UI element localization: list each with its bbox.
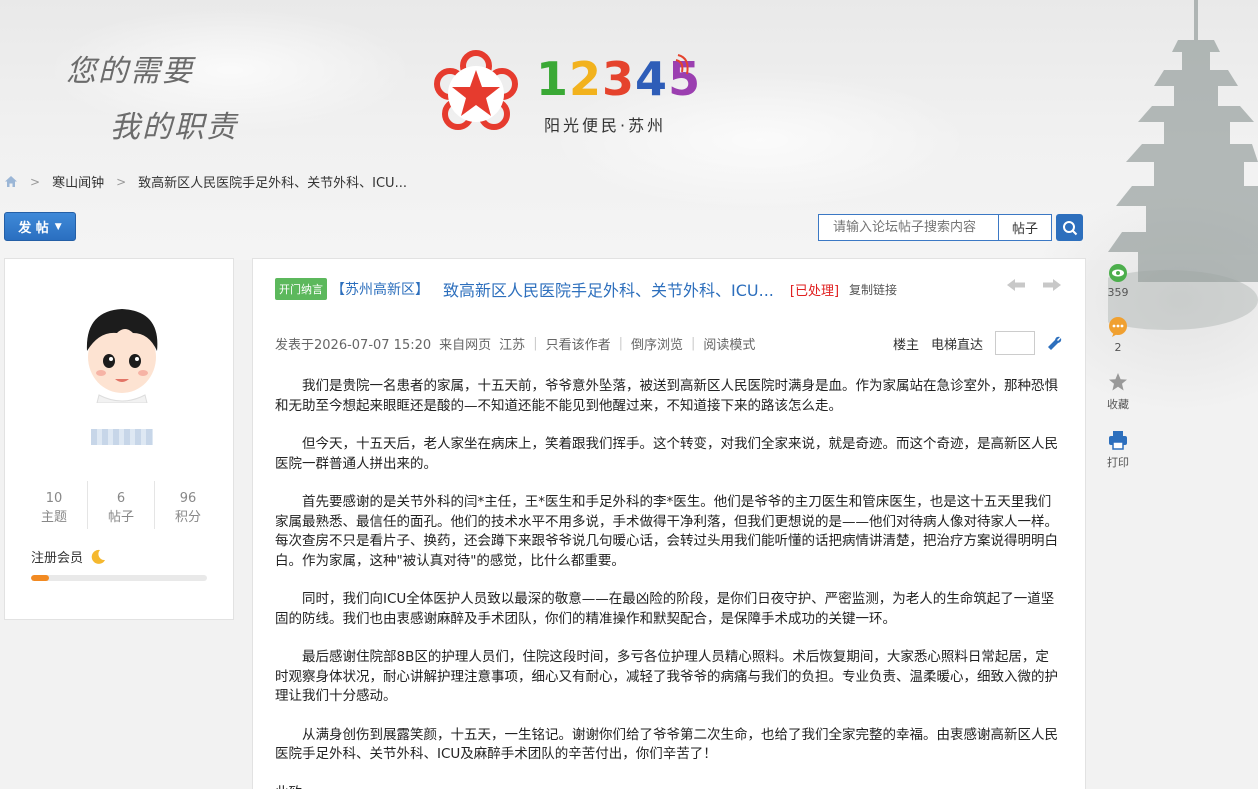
print-button[interactable]: 打印	[1100, 430, 1136, 470]
breadcrumb-item-forum[interactable]: 寒山闻钟	[52, 172, 104, 191]
username-blurred[interactable]	[91, 429, 153, 445]
wrench-icon[interactable]	[1047, 335, 1063, 351]
level-progress-fill	[31, 575, 49, 581]
logo-digit-2: 2	[569, 52, 603, 106]
author-card: 10 主题 6 帖子 96 积分 注册会员	[4, 258, 234, 620]
floor-jump-input[interactable]	[995, 331, 1035, 355]
chevron-right-icon: >	[30, 174, 41, 189]
side-actions: 359 2 收藏 打印	[1100, 264, 1136, 488]
slogan-line1: 您的需要	[66, 54, 194, 89]
stat-value: 96	[179, 491, 197, 506]
search-icon	[1062, 220, 1077, 235]
logo-digit-3: 3	[602, 52, 636, 106]
post-paragraph: 从满身创伤到展露笑颜，十五天，一生铭记。谢谢你们给了爷爷第二次生命，也给了我们全…	[275, 726, 1058, 763]
member-level: 注册会员	[31, 547, 107, 566]
post-title: 致高新区人民医院手足外科、关节外科、ICU...	[443, 281, 774, 300]
views-count: 359	[1107, 286, 1129, 299]
eye-icon	[1109, 264, 1127, 282]
comments-counter[interactable]: 2	[1100, 317, 1136, 354]
post-paragraph: 但今天，十五天后，老人家坐在病床上，笑着跟我们挥手。这个转变，对我们全家来说，就…	[275, 436, 1058, 472]
post-paragraph: 首先要感谢的是关节外科的闫*主任，王*医生和手足外科的李*医生。他们是爷爷的主刀…	[275, 494, 1058, 569]
logo-12345[interactable]: 12345 阳光便民·苏州	[434, 50, 704, 140]
category-tag[interactable]: 开门纳言	[275, 278, 327, 300]
post-source: 来自网页	[439, 337, 492, 353]
stat-posts[interactable]: 6 帖子	[88, 481, 155, 529]
stat-value: 10	[45, 491, 63, 506]
breadcrumb: > 寒山闻钟 > 致高新区人民医院手足外科、关节外科、ICU...	[4, 172, 407, 191]
only-author-link[interactable]: 只看该作者	[546, 334, 611, 353]
post-paragraph: 我们是贵院一名患者的家属，十五天前，爷爷意外坠落，被送到高新区人民医院时满身是血…	[275, 378, 1058, 414]
print-label: 打印	[1107, 456, 1129, 469]
star-icon	[1109, 373, 1127, 391]
post-paragraph: 同时，我们向ICU全体医护人员致以最深的敬意——在最凶险的阶段，是你们日夜守护、…	[275, 591, 1055, 627]
elevator-label: 电梯直达	[930, 337, 983, 353]
post-location: 江苏	[499, 337, 526, 353]
status-badge: [已处理]	[789, 283, 840, 299]
region-label[interactable]: 【苏州高新区】	[331, 279, 429, 299]
copy-link[interactable]: 复制链接	[849, 281, 897, 298]
member-label[interactable]: 注册会员	[31, 547, 83, 566]
divider: |	[691, 335, 696, 351]
favorite-label: 收藏	[1107, 398, 1129, 411]
stat-label: 积分	[174, 510, 201, 525]
breadcrumb-item-thread[interactable]: 致高新区人民医院手足外科、关节外科、ICU...	[138, 172, 407, 191]
logo-subtitle: 阳光便民·苏州	[544, 116, 667, 135]
red-star-flower-icon	[434, 50, 518, 130]
views-counter[interactable]: 359	[1100, 264, 1136, 299]
caret-down-icon: ▼	[54, 221, 62, 232]
printer-icon	[1109, 431, 1127, 450]
read-mode-link[interactable]: 阅读模式	[703, 334, 755, 353]
user-stats: 10 主题 6 帖子 96 积分	[21, 481, 221, 529]
post-meta: 发表于2026-07-07 15:20 来自网页 江苏 | 只看该作者 | 倒序…	[275, 331, 1063, 355]
stat-points[interactable]: 96 积分	[155, 481, 221, 529]
level-progress-bar	[31, 575, 207, 581]
favorite-button[interactable]: 收藏	[1100, 372, 1136, 412]
divider: |	[618, 335, 623, 351]
prev-thread-icon[interactable]	[1005, 277, 1027, 293]
post-body: 我们是贵院一名患者的家属，十五天前，爷爷意外坠落，被送到高新区人民医院时满身是血…	[275, 377, 1061, 789]
post-closing: 此致	[275, 784, 1061, 789]
logo-digit-4: 4	[635, 52, 669, 106]
forum-search: 帖子	[818, 214, 1083, 241]
post-content: 开门纳言 【苏州高新区】 致高新区人民医院手足外科、关节外科、ICU... [已…	[252, 258, 1086, 789]
stat-value: 6	[116, 491, 126, 506]
stat-label: 主题	[40, 510, 67, 525]
post-time: 发表于2026-07-07 15:20	[275, 337, 432, 353]
search-button[interactable]	[1056, 214, 1083, 241]
slogan: 您的需要 我的职责	[66, 44, 238, 156]
search-input[interactable]	[818, 214, 998, 241]
comment-icon	[1109, 317, 1127, 337]
next-thread-icon[interactable]	[1041, 277, 1063, 293]
comments-count: 2	[1114, 341, 1122, 354]
post-paragraph: 最后感谢住院部8B区的护理人员们，住院这段时间，多亏各位护理人员精心照料。术后恢…	[275, 649, 1058, 704]
new-post-button[interactable]: 发 帖 ▼	[4, 212, 76, 241]
logo-digit-1: 1	[536, 52, 570, 106]
home-icon[interactable]	[4, 175, 18, 188]
post-title-row: 开门纳言 【苏州高新区】 致高新区人民医院手足外科、关节外科、ICU... [已…	[275, 277, 897, 301]
avatar[interactable]	[77, 303, 167, 403]
divider: |	[533, 335, 538, 351]
reverse-order-link[interactable]: 倒序浏览	[631, 334, 683, 353]
stat-label: 帖子	[107, 510, 134, 525]
moon-icon	[91, 549, 106, 564]
chevron-right-icon: >	[116, 174, 127, 189]
thread-nav	[1005, 277, 1063, 293]
stat-topics[interactable]: 10 主题	[21, 481, 88, 529]
floor-label: 楼主	[892, 337, 919, 353]
slogan-line2: 我的职责	[110, 110, 238, 145]
signal-wave-icon	[675, 54, 689, 75]
new-post-label: 发 帖	[18, 221, 49, 236]
floor-controls: 楼主 电梯直达	[893, 331, 1063, 355]
search-type-select[interactable]: 帖子	[998, 214, 1052, 241]
